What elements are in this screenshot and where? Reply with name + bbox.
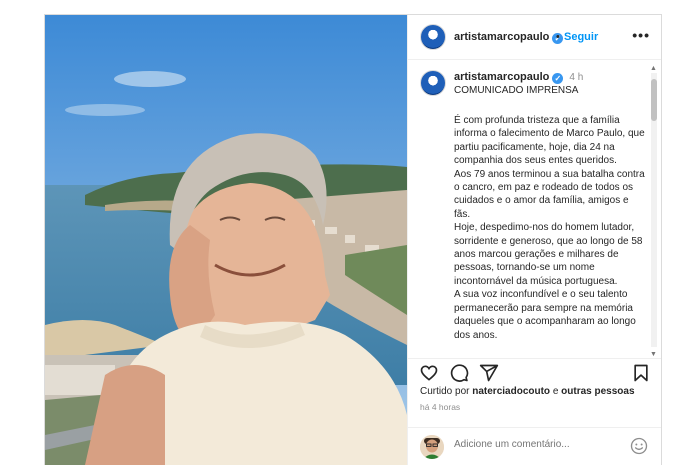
- emoji-icon[interactable]: [630, 437, 648, 455]
- more-icon[interactable]: •••: [632, 27, 650, 43]
- current-user-avatar-image: [420, 435, 444, 459]
- caption-title: COMUNICADO IMPRENSA: [454, 85, 579, 96]
- scrollbar-thumb[interactable]: [651, 79, 657, 121]
- verified-icon: ✓: [552, 73, 564, 84]
- follow-button[interactable]: Seguir: [564, 31, 598, 43]
- post-timestamp[interactable]: há 4 horas: [420, 402, 460, 412]
- likes-user[interactable]: naterciadocouto: [472, 386, 550, 397]
- current-user-avatar: [420, 435, 444, 459]
- likes-others[interactable]: outras pessoas: [561, 386, 634, 397]
- scroll-up-icon[interactable]: ▲: [650, 65, 657, 72]
- share-icon[interactable]: [478, 363, 500, 383]
- likes-summary[interactable]: Curtido por naterciadocouto e outras pes…: [420, 386, 635, 397]
- instagram-post: artistamarcopaulo ✓ • Seguir ••• artistam…: [44, 14, 662, 465]
- caption-avatar[interactable]: [420, 70, 446, 96]
- comment-icon[interactable]: [448, 363, 470, 383]
- action-bar: [408, 358, 661, 385]
- caption-area[interactable]: artistamarcopaulo ✓ 4 h COMUNICADO IMPRENS…: [408, 60, 661, 358]
- caption-body: É com profunda tristeza que a família in…: [454, 115, 645, 341]
- post-sidebar: artistamarcopaulo ✓ • Seguir ••• artistam…: [407, 15, 661, 465]
- separator-dot: •: [556, 31, 560, 43]
- post-header: artistamarcopaulo ✓ • Seguir •••: [408, 15, 661, 60]
- comment-bar: [408, 427, 661, 465]
- comment-input[interactable]: [454, 439, 614, 450]
- likes-prefix: Curtido por: [420, 386, 470, 397]
- likes-connector: e: [552, 386, 559, 397]
- post-photo[interactable]: [45, 15, 407, 465]
- heart-icon[interactable]: [418, 363, 440, 383]
- scroll-down-icon[interactable]: ▼: [650, 351, 657, 358]
- caption-time[interactable]: 4 h: [569, 72, 583, 83]
- author-username-text[interactable]: artistamarcopaulo: [454, 31, 549, 43]
- author-username[interactable]: artistamarcopaulo ✓: [454, 31, 564, 44]
- author-avatar[interactable]: [420, 24, 446, 50]
- photo-man-balcony-sea: [45, 15, 407, 465]
- caption-scrollbar[interactable]: ▲ ▼: [649, 65, 659, 361]
- caption-username-text[interactable]: artistamarcopaulo: [454, 71, 549, 83]
- bookmark-icon[interactable]: [630, 363, 652, 383]
- caption-username[interactable]: artistamarcopaulo ✓ 4 h: [454, 71, 583, 84]
